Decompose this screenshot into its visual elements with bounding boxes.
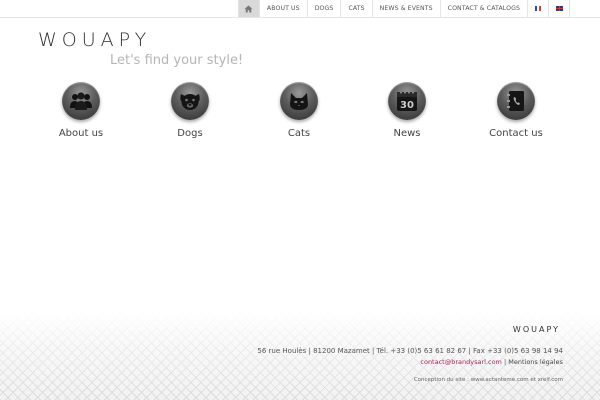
site-logo[interactable]: WOUAPY xyxy=(38,29,151,51)
footer-separator: | xyxy=(503,358,507,366)
footer-email-link[interactable]: contact@brandysarl.com xyxy=(420,358,502,366)
top-navigation: ABOUT US DOGS CATS NEWS & EVENTS CONTACT… xyxy=(0,0,600,18)
top-menu: ABOUT US DOGS CATS NEWS & EVENTS CONTACT… xyxy=(237,0,570,17)
tile-about-us-label: About us xyxy=(58,128,104,139)
nav-contact-catalogs[interactable]: CONTACT & CATALOGS xyxy=(441,0,528,17)
footer-legal-link[interactable]: Mentions légales xyxy=(508,358,563,366)
nav-home[interactable] xyxy=(238,0,260,17)
nav-dogs[interactable]: DOGS xyxy=(308,0,342,17)
home-icon xyxy=(244,5,253,12)
cats-sphere xyxy=(280,82,318,120)
fr-flag-icon xyxy=(534,6,542,11)
tile-news-label: News xyxy=(393,128,421,139)
address-book-icon xyxy=(507,91,524,111)
tile-dogs[interactable]: Dogs xyxy=(145,82,235,144)
nav-cats[interactable]: CATS xyxy=(341,0,373,17)
footer-contact: contact@brandysarl.com | Mentions légale… xyxy=(420,358,563,366)
tile-about-us[interactable]: About us xyxy=(36,82,126,144)
footer: WOUAPY 56 rue Houlès | 81200 Mazamet | T… xyxy=(0,312,600,400)
tile-cats[interactable]: Cats xyxy=(254,82,344,144)
tile-contact-us[interactable]: Contact us xyxy=(471,82,561,144)
people-icon xyxy=(70,92,92,110)
nav-about-us[interactable]: ABOUT US xyxy=(260,0,308,17)
dog-icon xyxy=(180,94,200,110)
about-us-sphere xyxy=(62,82,100,120)
news-sphere: 30 xyxy=(388,82,426,120)
footer-address: 56 rue Houlès | 81200 Mazamet | Tél. +33… xyxy=(257,347,563,355)
tile-dogs-label: Dogs xyxy=(177,128,203,139)
footer-credit: Conception du site : www.actanteme.com e… xyxy=(413,377,563,383)
uk-flag-icon xyxy=(555,6,563,11)
nav-news-events[interactable]: NEWS & EVENTS xyxy=(373,0,441,17)
tile-contact-us-label: Contact us xyxy=(489,128,543,139)
contact-us-sphere xyxy=(497,82,535,120)
tile-cats-label: Cats xyxy=(287,128,311,139)
tile-news[interactable]: 30 News xyxy=(362,82,452,144)
dogs-sphere xyxy=(171,82,209,120)
footer-logo[interactable]: WOUAPY xyxy=(513,325,560,334)
tagline: Let's find your style! xyxy=(110,53,244,68)
cat-icon xyxy=(290,93,308,110)
calendar-day: 30 xyxy=(400,100,414,111)
language-english[interactable] xyxy=(549,0,570,17)
language-french[interactable] xyxy=(528,0,549,17)
calendar-icon: 30 xyxy=(397,91,417,111)
